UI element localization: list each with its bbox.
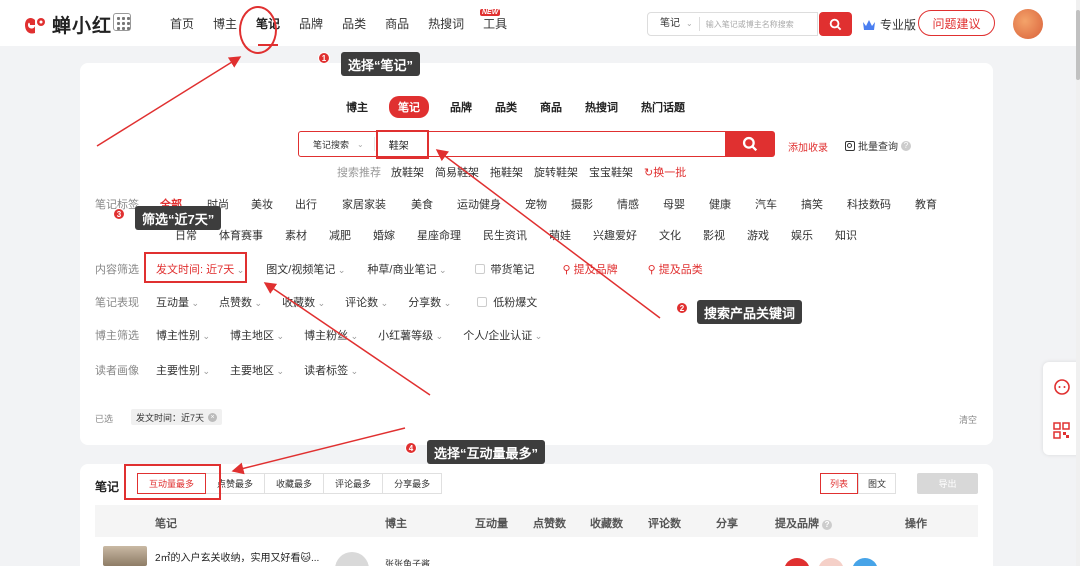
step-callout: 筛选“近7天”: [135, 206, 222, 230]
step-number: 2: [676, 302, 688, 314]
step-number: 3: [113, 208, 125, 220]
step-number: 1: [318, 52, 330, 64]
step-number: 4: [405, 442, 417, 454]
step-callout: 搜索产品关键词: [697, 300, 803, 324]
step-callout: 选择“互动量最多”: [427, 440, 546, 464]
step-callout: 选择“笔记”: [341, 52, 421, 76]
sort-interaction[interactable]: 互动量最多: [137, 473, 207, 494]
